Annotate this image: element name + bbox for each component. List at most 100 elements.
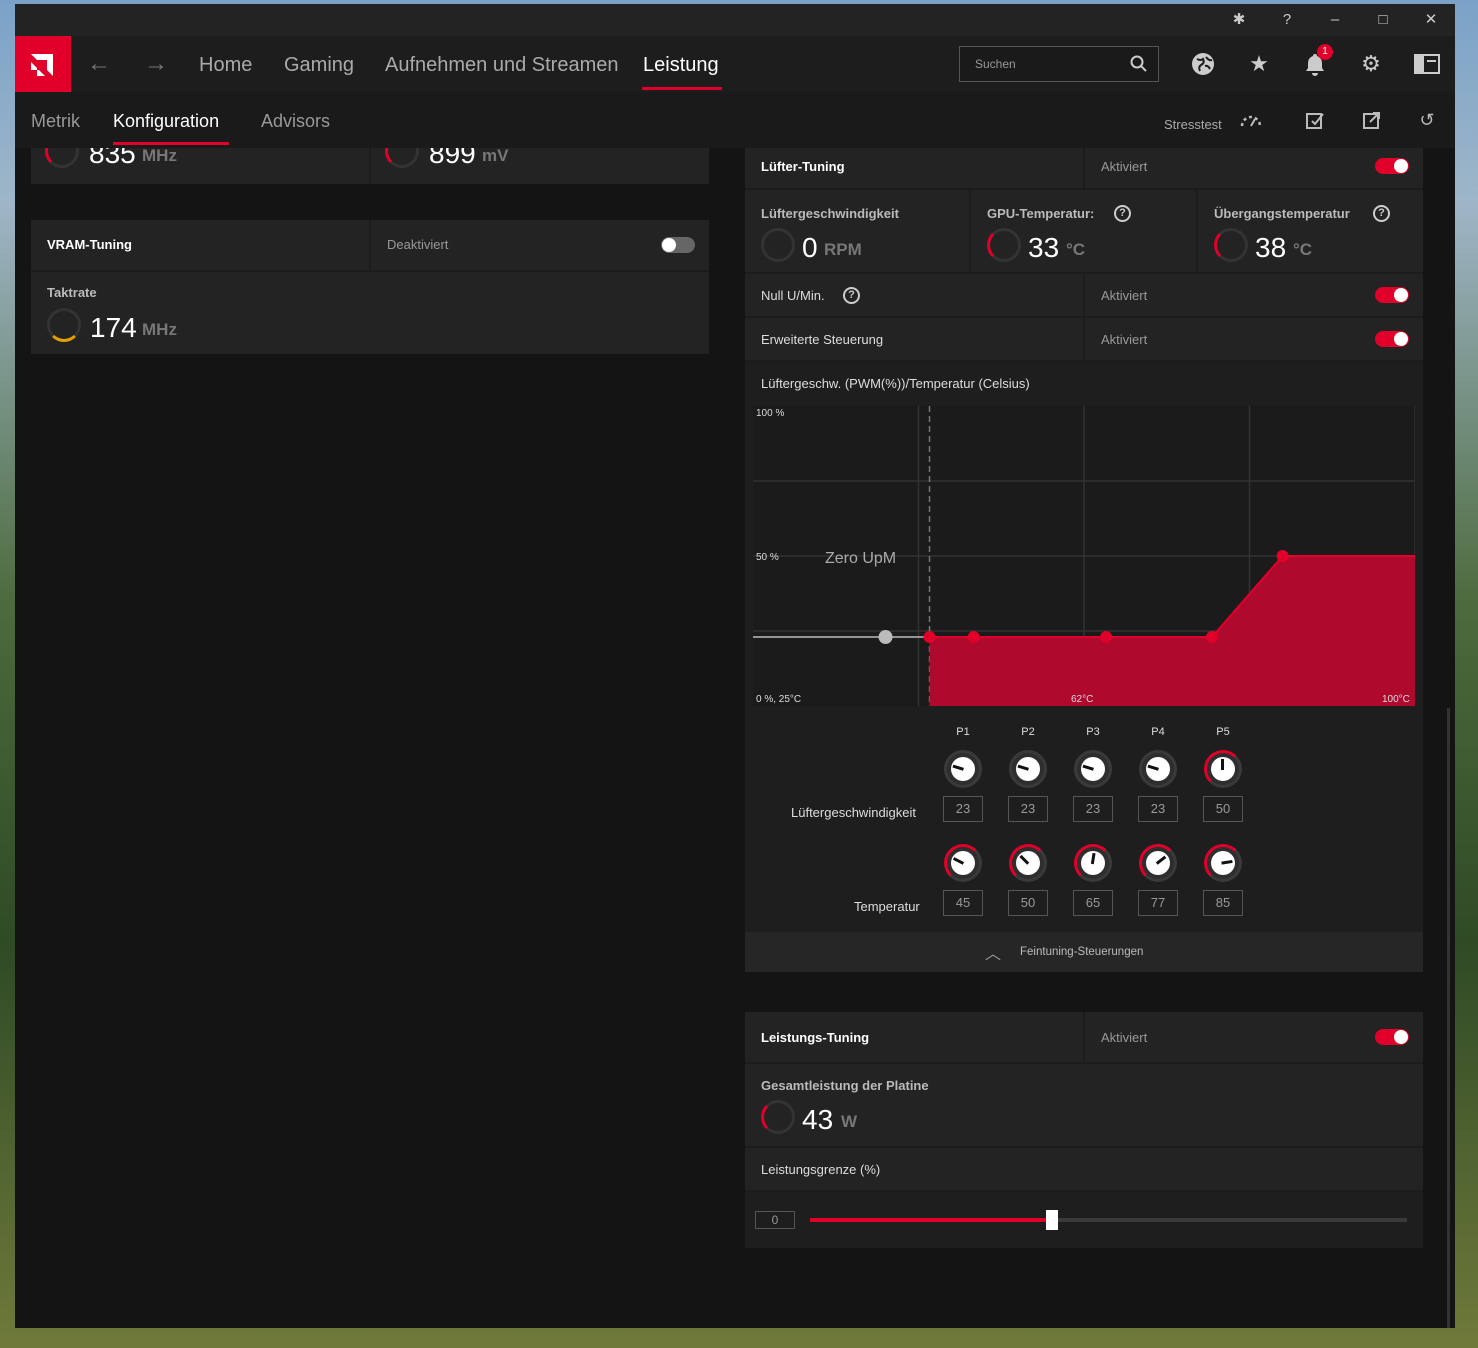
speed-value-p3[interactable]: 23: [1073, 796, 1113, 822]
chevron-up-icon[interactable]: ︿: [985, 940, 1001, 964]
row-speed-label: Lüftergeschwindigkeit: [791, 805, 917, 820]
speed-value-p5[interactable]: 50: [1203, 796, 1243, 822]
power-limit-input[interactable]: 0: [755, 1211, 795, 1229]
bug-icon[interactable]: ✱: [1228, 10, 1250, 30]
advanced-status: Aktiviert: [1101, 332, 1148, 347]
gpu-temp-label: GPU-Temperatur:: [987, 206, 1095, 221]
zero-rpm-cell: Null U/Min. ?: [745, 274, 1083, 316]
temp-value-p2[interactable]: 50: [1008, 890, 1048, 916]
curve-point-p2: [967, 631, 980, 643]
help-icon[interactable]: ?: [843, 287, 860, 304]
gear-icon[interactable]: ⚙: [1357, 50, 1385, 78]
import-icon[interactable]: [1303, 108, 1327, 132]
nav-tab-performance[interactable]: Leistung: [643, 54, 719, 77]
junction-temp-unit: °C: [1293, 240, 1313, 259]
vram-clock-cell: Taktrate 174 MHz: [31, 272, 709, 354]
power-title: Leistungs-Tuning: [761, 1030, 870, 1045]
globe-icon[interactable]: [1189, 50, 1217, 78]
power-status: Aktiviert: [1101, 1030, 1148, 1045]
search-input[interactable]: Suchen: [959, 46, 1159, 82]
fan-toggle[interactable]: [1375, 158, 1409, 174]
temp-value-p4[interactable]: 77: [1138, 890, 1178, 916]
active-tab-indicator: [642, 87, 722, 90]
clock-cell: 835 MHz: [31, 148, 369, 184]
notification-badge: 1: [1317, 44, 1333, 60]
subtab-advisors[interactable]: Advisors: [261, 111, 330, 132]
temp-value-p1[interactable]: 45: [943, 890, 983, 916]
fan-curve-chart[interactable]: 100 % 50 % 0 %, 25°C 62°C 100°C Zero UpM: [753, 406, 1416, 706]
speed-dial-p2[interactable]: [1009, 750, 1047, 788]
vram-tuning-panel: VRAM-Tuning Deaktiviert Taktrate 174 MHz: [31, 220, 709, 354]
temp-dial-p1[interactable]: [944, 844, 982, 882]
sub-navigation: Metrik Konfiguration Advisors Stresstest…: [15, 92, 1455, 148]
origin-label: 0 %, 25°C: [756, 694, 802, 705]
gpu-temp-gauge: [987, 228, 1021, 262]
power-slider-fill: [810, 1218, 1052, 1222]
fine-tuning-label[interactable]: Feintuning-Steuerungen: [1020, 946, 1143, 958]
board-power-cell: Gesamtleistung der Platine 43 W: [745, 1064, 1423, 1146]
help-icon[interactable]: ?: [1276, 10, 1298, 30]
fan-tuning-panel: Lüfter-Tuning Aktiviert Lüftergeschwindi…: [745, 148, 1423, 972]
voltage-cell: 899 mV: [371, 148, 709, 184]
minimize-icon[interactable]: –: [1324, 10, 1346, 30]
speed-value-p2[interactable]: 23: [1008, 796, 1048, 822]
speed-dial-p3[interactable]: [1074, 750, 1112, 788]
subtab-configuration[interactable]: Konfiguration: [113, 111, 219, 132]
temp-value-p3[interactable]: 65: [1073, 890, 1113, 916]
speed-dial-p5[interactable]: [1204, 750, 1242, 788]
star-icon[interactable]: ★: [1245, 50, 1273, 78]
vram-toggle[interactable]: [661, 237, 695, 253]
stresstest-label[interactable]: Stresstest: [1164, 117, 1222, 132]
subtab-metrics[interactable]: Metrik: [31, 111, 80, 132]
power-status-cell: Aktiviert: [1085, 1012, 1423, 1062]
temp-value-p5[interactable]: 85: [1203, 890, 1243, 916]
power-toggle[interactable]: [1375, 1029, 1409, 1045]
temp-dial-p4[interactable]: [1139, 844, 1177, 882]
back-arrow-icon[interactable]: ←: [87, 50, 111, 78]
amd-logo[interactable]: [15, 36, 71, 92]
nav-tab-gaming[interactable]: Gaming: [284, 54, 354, 77]
nav-tab-home[interactable]: Home: [199, 54, 252, 77]
zero-rpm-toggle[interactable]: [1375, 287, 1409, 303]
zero-rpm-status-cell: Aktiviert: [1085, 274, 1423, 316]
vram-status: Deaktiviert: [387, 237, 449, 252]
advanced-toggle[interactable]: [1375, 331, 1409, 347]
close-icon[interactable]: ✕: [1420, 10, 1442, 30]
nav-tab-record-stream[interactable]: Aufnehmen und Streamen: [385, 54, 619, 77]
fan-status-cell: Aktiviert: [1085, 148, 1423, 188]
forward-arrow-icon[interactable]: →: [144, 50, 168, 78]
clock-unit: MHz: [142, 148, 177, 165]
reset-icon[interactable]: ↺: [1415, 108, 1439, 132]
speed-value-p1[interactable]: 23: [943, 796, 983, 822]
zero-rpm-label: Null U/Min.: [761, 288, 825, 303]
help-icon[interactable]: ?: [1114, 205, 1131, 222]
maximize-icon[interactable]: □: [1372, 10, 1394, 30]
speed-value-p4[interactable]: 23: [1138, 796, 1178, 822]
power-slider-track[interactable]: [810, 1210, 1407, 1230]
temp-dial-p2[interactable]: [1009, 844, 1047, 882]
help-icon[interactable]: ?: [1373, 205, 1390, 222]
temp-dial-p3[interactable]: [1074, 844, 1112, 882]
voltage-unit: mV: [482, 148, 509, 165]
fan-speed-gauge: [761, 228, 795, 262]
power-slider-thumb[interactable]: [1045, 1210, 1058, 1230]
export-icon[interactable]: [1360, 108, 1384, 132]
top-navigation: ← → Home Gaming Aufnehmen und Streamen L…: [15, 36, 1455, 92]
layout-icon[interactable]: [1413, 50, 1441, 78]
fan-status: Aktiviert: [1101, 159, 1148, 174]
fan-curve-title: Lüftergeschw. (PWM(%))/Temperatur (Celsi…: [761, 376, 1030, 391]
speedometer-icon[interactable]: [1239, 108, 1263, 132]
junction-temp-gauge: [1214, 228, 1248, 262]
board-power-gauge: [761, 1100, 795, 1134]
temp-dial-p5[interactable]: [1204, 844, 1242, 882]
speed-dial-p1[interactable]: [944, 750, 982, 788]
speed-dial-p4[interactable]: [1139, 750, 1177, 788]
curve-point-p1: [923, 631, 936, 643]
scrollbar[interactable]: [1447, 708, 1450, 1328]
fine-tuning-bar[interactable]: ︿ Feintuning-Steuerungen: [745, 932, 1423, 972]
vram-clock-unit: MHz: [142, 320, 177, 339]
vram-clock-gauge: [47, 308, 81, 342]
voltage-value: 899: [429, 148, 476, 169]
fan-title: Lüfter-Tuning: [761, 159, 845, 174]
app-window: ✱ ? – □ ✕ ← → Home Gaming Aufnehmen und …: [15, 4, 1455, 1328]
